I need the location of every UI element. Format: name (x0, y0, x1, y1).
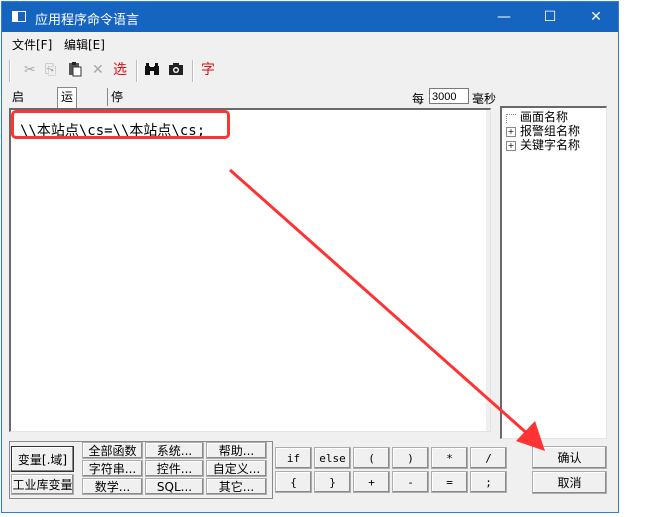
annotation-arrow-line (229, 168, 531, 438)
annotation-arrow (229, 168, 545, 451)
